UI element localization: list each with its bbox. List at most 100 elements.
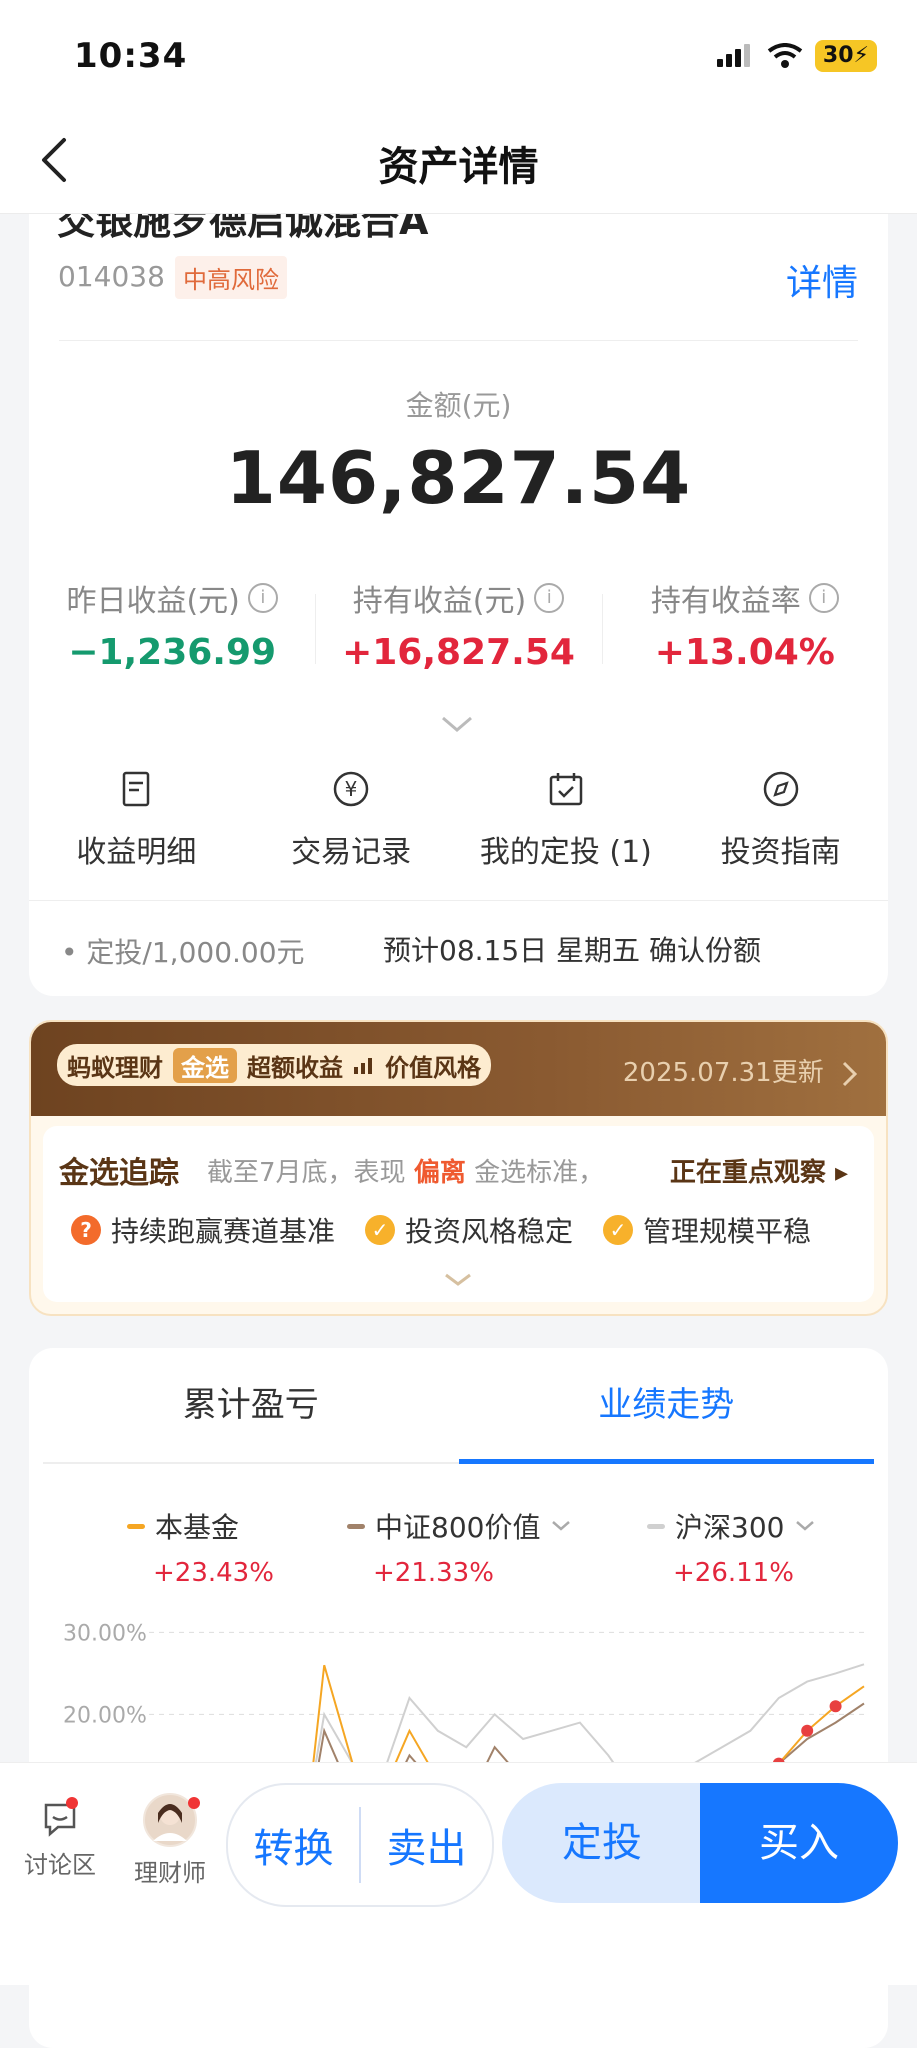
detail-link[interactable]: 详情	[786, 254, 858, 306]
check-list: ? 持续跑赢赛道基准 ✓ 投资风格稳定 ✓ 管理规模平稳	[71, 1210, 811, 1250]
gold-select-card[interactable]: 蚂蚁理财 金选 超额收益 价值风格 2025.07.31更新 金选追踪 截至7月…	[29, 1020, 888, 1316]
convert-sell-group: 转换 卖出	[226, 1783, 494, 1907]
stats-row: 昨日收益(元) i −1,236.99 持有收益(元) i +16,827.54 持…	[29, 576, 888, 676]
legend-value: +21.33%	[373, 1558, 494, 1588]
gold-tag-style: 价值风格	[385, 1053, 481, 1082]
bar-chart-icon	[354, 1058, 372, 1074]
info-icon[interactable]: i	[534, 583, 565, 613]
track-text: 截至7月底，表现 偏离 金选标准，	[207, 1152, 604, 1189]
check-icon: ✓	[365, 1215, 396, 1245]
trade-marker	[829, 1700, 842, 1713]
legend-item[interactable]: 中证800价值 +21.33%	[347, 1506, 572, 1588]
battery-level: 30	[822, 43, 854, 68]
amount-value: 146,827.54	[225, 436, 692, 520]
tab-cumulative-pnl[interactable]: 累计盈亏	[43, 1348, 459, 1462]
stat-yesterday: 昨日收益(元) i −1,236.99	[29, 576, 315, 676]
action-label: 我的定投 (1)	[479, 835, 652, 870]
discussion-entry[interactable]: 讨论区	[22, 1799, 98, 1880]
buy-button[interactable]: 买入	[700, 1783, 898, 1903]
check-item: ? 持续跑赢赛道基准	[71, 1210, 335, 1250]
track-text-c: 金选标准，	[474, 1158, 605, 1188]
status-icons: 30⚡	[715, 40, 877, 72]
stat-label: 昨日收益(元)	[66, 584, 240, 619]
convert-button[interactable]: 转换	[228, 1816, 359, 1874]
check-label: 管理规模平稳	[643, 1215, 812, 1248]
check-item: ✓ 管理规模平稳	[603, 1210, 811, 1250]
document-icon	[123, 771, 150, 807]
legend-value: +23.43%	[153, 1558, 274, 1588]
divider	[59, 340, 858, 341]
info-icon[interactable]: i	[808, 583, 839, 613]
calendar-check-icon	[549, 773, 583, 806]
track-status-text: 正在重点观察	[669, 1158, 826, 1188]
gold-tag-pill: 蚂蚁理财 金选 超额收益 价值风格	[57, 1044, 491, 1086]
chart-tabs: 累计盈亏 业绩走势	[43, 1348, 874, 1464]
track-text-a: 截至7月底，表现	[207, 1158, 406, 1188]
svg-text:¥: ¥	[345, 777, 358, 801]
advisor-label: 理财师	[134, 1859, 206, 1887]
chevron-right-icon	[842, 1061, 858, 1086]
plan-row[interactable]: • 定投/1,000.00元 预计08.15日 星期五 确认份额	[29, 900, 888, 996]
y-tick-label: 30.00%	[63, 1621, 147, 1646]
info-icon[interactable]: i	[247, 583, 278, 613]
battery-indicator: 30⚡	[814, 40, 877, 72]
plan-confirm-date: 预计08.15日 星期五 确认份额	[383, 934, 761, 967]
action-trade-record[interactable]: ¥ 交易记录	[244, 769, 459, 879]
chart-legend: 本基金 +23.43% 中证800价值 +21.33% 沪深300 +26.11…	[29, 1506, 888, 1588]
action-row: 收益明细 ¥ 交易记录 我的定投 (1) 投资指南	[29, 769, 888, 879]
chevron-down-icon[interactable]	[439, 714, 475, 734]
stat-rate: 持有收益率 i +13.04%	[601, 576, 888, 676]
bullet: •	[61, 936, 87, 969]
action-invest-guide[interactable]: 投资指南	[673, 769, 888, 879]
check-label: 持续跑赢赛道基准	[111, 1215, 336, 1248]
yen-icon: ¥	[333, 771, 369, 807]
action-label: 交易记录	[291, 835, 412, 870]
legend-swatch	[127, 1523, 145, 1529]
gold-header: 蚂蚁理财 金选 超额收益 价值风格 2025.07.31更新	[31, 1022, 886, 1116]
sell-button[interactable]: 卖出	[361, 1816, 492, 1874]
legend-swatch	[347, 1523, 365, 1529]
stat-value: −1,236.99	[68, 632, 277, 673]
amount-label: 金额(元)	[405, 389, 512, 422]
stat-label: 持有收益率	[650, 584, 801, 619]
risk-badge: 中高风险	[175, 256, 287, 299]
gold-update-date: 2025.07.31更新	[622, 1058, 824, 1088]
legend-label: 中证800价值	[375, 1511, 541, 1544]
plan-amount: 定投/1,000.00元	[86, 936, 305, 969]
auto-invest-button[interactable]: 定投	[502, 1783, 702, 1903]
stat-value: +13.04%	[654, 632, 835, 673]
legend-swatch	[647, 1523, 665, 1529]
check-item: ✓ 投资风格稳定	[365, 1210, 573, 1250]
gold-badge: 金选	[173, 1047, 237, 1083]
tab-performance-trend[interactable]: 业绩走势	[458, 1348, 875, 1464]
wifi-icon	[767, 43, 803, 68]
question-icon: ?	[71, 1215, 101, 1245]
chevron-down-icon[interactable]	[443, 1272, 473, 1288]
y-tick-label: 20.00%	[63, 1703, 147, 1728]
bottom-action-bar: 讨论区 理财师 转换 卖出 定投 买入	[0, 1762, 917, 1985]
track-deviation: 偏离	[413, 1158, 466, 1188]
track-status[interactable]: 正在重点观察 ▸	[670, 1152, 848, 1189]
track-title: 金选追踪	[59, 1156, 179, 1191]
trade-marker	[801, 1724, 814, 1737]
legend-label: 本基金	[155, 1511, 240, 1544]
chevron-down-icon	[796, 1521, 815, 1531]
legend-item[interactable]: 沪深300 +26.11%	[647, 1506, 816, 1588]
stat-label: 持有收益(元)	[352, 584, 527, 619]
action-my-plan[interactable]: 我的定投 (1)	[459, 769, 674, 879]
chevron-down-icon	[552, 1521, 571, 1531]
stat-holding: 持有收益(元) i +16,827.54	[315, 576, 601, 676]
page-title: 资产详情	[378, 144, 539, 190]
nav-bar: 资产详情	[0, 110, 917, 214]
legend-value: +26.11%	[673, 1558, 794, 1588]
action-income-detail[interactable]: 收益明细	[29, 769, 244, 879]
status-bar: 10:34 30⚡	[0, 0, 917, 110]
notification-dot	[188, 1797, 200, 1809]
fund-code: 014038	[58, 260, 165, 293]
gold-tracking-panel: 金选追踪 截至7月底，表现 偏离 金选标准， 正在重点观察 ▸ ? 持续跑赢赛道基…	[43, 1126, 874, 1302]
action-label: 收益明细	[76, 835, 197, 870]
legend-label: 沪深300	[675, 1511, 785, 1544]
gold-brand: 蚂蚁理财	[67, 1053, 163, 1082]
check-label: 投资风格稳定	[405, 1215, 574, 1248]
stat-value: +16,827.54	[342, 632, 575, 673]
